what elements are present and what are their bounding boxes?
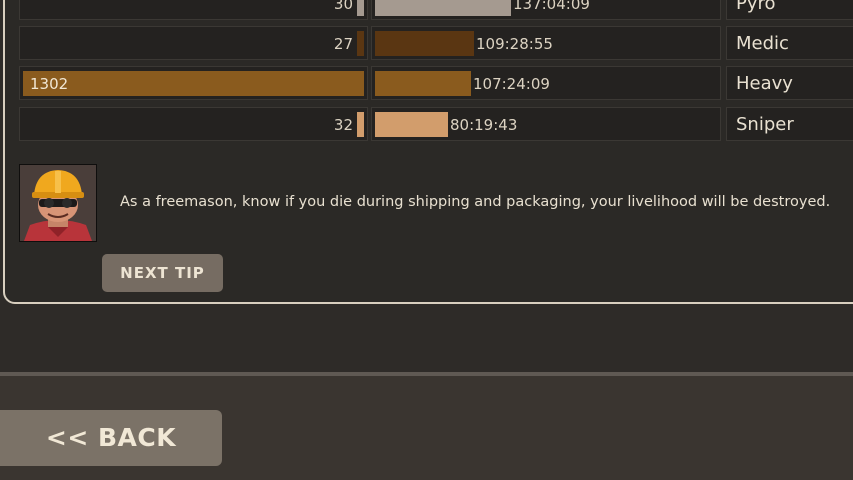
playtime-bar xyxy=(375,0,511,16)
playtime-value: 80:19:43 xyxy=(450,116,518,134)
class-name: Heavy xyxy=(736,73,793,94)
playtime-value: 137:04:09 xyxy=(513,0,590,13)
playtime-cell: 109:28:55 xyxy=(371,26,721,60)
playtime-value: 109:28:55 xyxy=(476,35,553,53)
class-name-cell: Heavy xyxy=(726,66,853,100)
points-bar xyxy=(23,71,364,96)
class-stat-row: 32 80:19:43 Sniper xyxy=(0,107,853,141)
points-bar xyxy=(357,112,364,137)
next-tip-button[interactable]: NEXT TIP xyxy=(102,254,223,292)
class-name: Pyro xyxy=(736,0,776,14)
class-stat-row: 30 137:04:09 Pyro xyxy=(0,0,853,20)
points-cell: 27 xyxy=(19,26,368,60)
playtime-cell: 80:19:43 xyxy=(371,107,721,141)
points-bar xyxy=(357,31,364,56)
class-name-cell: Sniper xyxy=(726,107,853,141)
playtime-bar xyxy=(375,112,448,137)
class-name-cell: Medic xyxy=(726,26,853,60)
class-stat-row: 1302 107:24:09 Heavy xyxy=(0,66,853,100)
playtime-value: 107:24:09 xyxy=(473,75,550,93)
class-name: Medic xyxy=(736,33,789,54)
playtime-bar xyxy=(375,71,471,96)
class-stat-row: 27 109:28:55 Medic xyxy=(0,26,853,60)
points-value: 1302 xyxy=(30,75,69,93)
points-value: 30 xyxy=(333,0,353,13)
playtime-cell: 137:04:09 xyxy=(371,0,721,20)
playtime-bar xyxy=(375,31,474,56)
back-button[interactable]: << BACK xyxy=(0,410,222,466)
points-cell: 32 xyxy=(19,107,368,141)
class-name: Sniper xyxy=(736,114,794,135)
points-bar xyxy=(357,0,364,16)
engineer-portrait-icon xyxy=(19,164,97,242)
class-name-cell: Pyro xyxy=(726,0,853,20)
points-cell: 30 xyxy=(19,0,368,20)
stats-screen: 30 137:04:09 Pyro 27 109:28:55 Medic 1302 107:2… xyxy=(0,0,853,480)
points-cell: 1302 xyxy=(19,66,368,100)
playtime-cell: 107:24:09 xyxy=(371,66,721,100)
points-value: 27 xyxy=(333,35,353,53)
tip-text: As a freemason, know if you die during s… xyxy=(120,194,831,210)
points-value: 32 xyxy=(333,116,353,134)
